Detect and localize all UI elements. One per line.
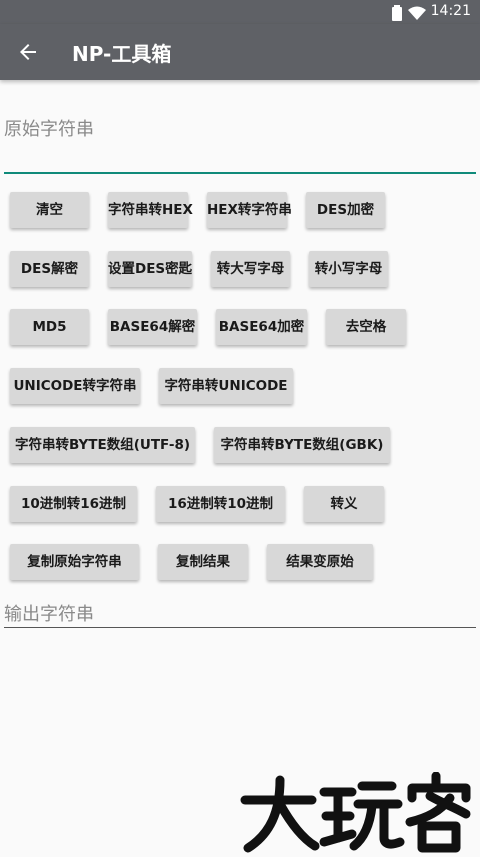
- to-lowercase-button[interactable]: 转小写字母: [309, 251, 388, 287]
- battery-icon: [392, 5, 402, 25]
- app-bar: NP-工具箱: [0, 24, 480, 80]
- base64-decode-button[interactable]: BASE64解密: [108, 309, 197, 345]
- remove-spaces-button[interactable]: 去空格: [326, 309, 406, 345]
- source-string-field-wrapper: [4, 112, 476, 174]
- to-uppercase-button[interactable]: 转大写字母: [211, 251, 290, 287]
- string-to-hex-button[interactable]: 字符串转HEX: [108, 192, 193, 228]
- set-des-key-button[interactable]: 设置DES密匙: [108, 251, 192, 287]
- output-underline: [4, 627, 476, 628]
- string-to-unicode-button[interactable]: 字符串转UNICODE: [159, 368, 293, 404]
- copy-source-button[interactable]: 复制原始字符串: [10, 544, 139, 580]
- dec-to-hex-button[interactable]: 10进制转16进制: [10, 486, 137, 522]
- wifi-icon: [408, 5, 426, 24]
- result-to-source-button[interactable]: 结果变原始: [267, 544, 373, 580]
- md5-button[interactable]: MD5: [10, 309, 89, 345]
- copy-result-button[interactable]: 复制结果: [158, 544, 248, 580]
- arrow-back-icon[interactable]: [16, 40, 40, 64]
- string-to-byte-array-gbk-button[interactable]: 字符串转BYTE数组(GBK): [214, 427, 390, 463]
- hex-to-dec-button[interactable]: 16进制转10进制: [156, 486, 285, 522]
- source-string-input[interactable]: [4, 112, 476, 174]
- output-string-field[interactable]: 输出字符串: [4, 598, 476, 628]
- string-to-byte-array-utf8-button[interactable]: 字符串转BYTE数组(UTF-8): [10, 427, 195, 463]
- escape-button[interactable]: 转义: [304, 486, 384, 522]
- watermark-logo: [240, 771, 480, 853]
- app-title: NP-工具箱: [72, 42, 172, 66]
- des-encrypt-button[interactable]: DES加密: [306, 192, 385, 228]
- clear-button[interactable]: 清空: [10, 192, 89, 228]
- hex-to-string-button[interactable]: HEX转字符串: [207, 192, 292, 228]
- des-decrypt-button[interactable]: DES解密: [10, 251, 89, 287]
- status-bar: 14:21: [0, 0, 480, 24]
- clock: 14:21: [430, 3, 471, 19]
- output-placeholder: 输出字符串: [4, 604, 94, 625]
- unicode-to-string-button[interactable]: UNICODE转字符串: [10, 368, 140, 404]
- base64-encode-button[interactable]: BASE64加密: [216, 309, 307, 345]
